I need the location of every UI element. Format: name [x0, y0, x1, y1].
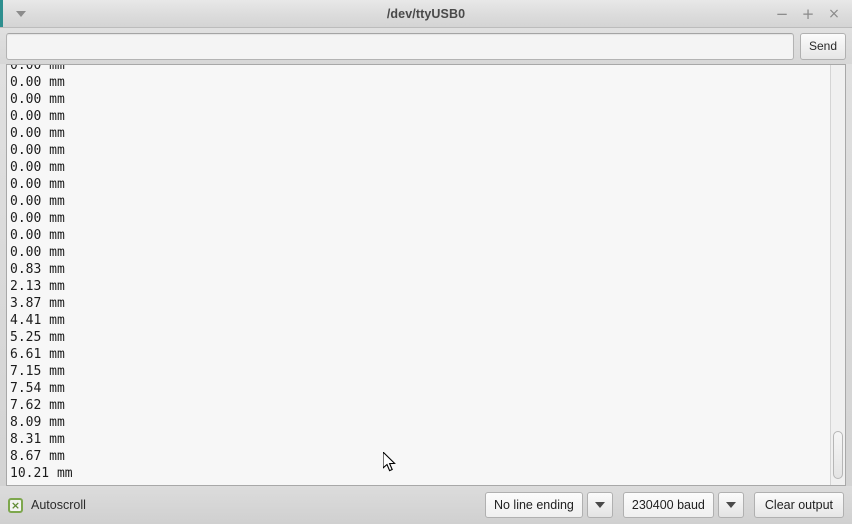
baud-rate-value[interactable]: 230400 baud	[622, 492, 714, 518]
send-row: Send	[0, 28, 852, 64]
maximize-button[interactable]: +	[796, 3, 820, 25]
serial-output-line: 4.41 mm	[10, 313, 65, 328]
send-button[interactable]: Send	[799, 32, 846, 60]
close-button[interactable]: ×	[822, 3, 846, 25]
checkbox-box[interactable]: ×	[8, 497, 23, 513]
window-title: /dev/ttyUSB0	[386, 6, 466, 21]
serial-output-line: 0.00 mm	[10, 143, 65, 158]
serial-output-line: 0.00 mm	[10, 109, 65, 124]
serial-output-line: 10.21 mm	[10, 466, 73, 481]
scrollbar-thumb[interactable]	[833, 431, 843, 479]
serial-output-line: 8.09 mm	[10, 415, 65, 430]
minimize-button[interactable]: −	[770, 3, 794, 25]
serial-output-line: 0.00 mm	[10, 194, 65, 209]
serial-output-area[interactable]: 0.00 mm 0.00 mm 0.00 mm 0.00 mm 0.00 mm 0.00 …	[6, 64, 846, 486]
status-bar: × Autoscroll No line ending 230400 baud …	[0, 486, 852, 524]
serial-monitor-window: /dev/ttyUSB0 − + × Send 0.00 mm 0.00 mm 0.…	[0, 0, 852, 524]
serial-output-line: 0.00 mm	[10, 64, 65, 73]
serial-output-line: 5.25 mm	[10, 330, 65, 345]
serial-output-line: 0.00 mm	[10, 177, 65, 192]
serial-output-line: 0.83 mm	[10, 262, 65, 277]
caret-down-icon	[725, 502, 736, 508]
serial-output-line: 0.00 mm	[10, 228, 65, 243]
serial-output-text: 0.00 mm 0.00 mm 0.00 mm 0.00 mm 0.00 mm 0.00 …	[10, 64, 829, 482]
serial-output-line: 0.00 mm	[10, 160, 65, 175]
window-controls: − + ×	[770, 0, 846, 28]
serial-output-line: 7.15 mm	[10, 364, 65, 379]
line-ending-dropdown-arrow[interactable]	[586, 492, 613, 518]
check-mark-icon: ×	[10, 498, 21, 512]
autoscroll-label: Autoscroll	[31, 498, 86, 512]
clear-output-button[interactable]: Clear output	[753, 492, 844, 518]
serial-output-line: 0.00 mm	[10, 126, 65, 141]
chevron-down-icon	[16, 10, 26, 17]
serial-output-line: 0.00 mm	[10, 211, 65, 226]
vertical-scrollbar[interactable]	[830, 65, 845, 485]
title-bar: /dev/ttyUSB0 − + ×	[0, 0, 852, 28]
serial-output-line: 6.61 mm	[10, 347, 65, 362]
serial-output-line: 0.00 mm	[10, 245, 65, 260]
serial-output-line: 7.54 mm	[10, 381, 65, 396]
window-menu-button[interactable]	[4, 0, 38, 28]
line-ending-value[interactable]: No line ending	[484, 492, 583, 518]
serial-output-line: 0.00 mm	[10, 92, 65, 107]
baud-rate-dropdown[interactable]: 230400 baud	[622, 492, 744, 518]
caret-down-icon	[594, 502, 605, 508]
serial-output-line: 3.87 mm	[10, 296, 65, 311]
serial-output-line: 8.67 mm	[10, 449, 65, 464]
serial-output-line: 7.62 mm	[10, 398, 65, 413]
autoscroll-checkbox[interactable]: × Autoscroll	[8, 497, 86, 513]
serial-input[interactable]	[6, 32, 794, 60]
line-ending-dropdown[interactable]: No line ending	[484, 492, 613, 518]
serial-output-line: 2.13 mm	[10, 279, 65, 294]
baud-rate-dropdown-arrow[interactable]	[717, 492, 744, 518]
serial-output-line: 8.31 mm	[10, 432, 65, 447]
serial-output-line: 0.00 mm	[10, 75, 65, 90]
